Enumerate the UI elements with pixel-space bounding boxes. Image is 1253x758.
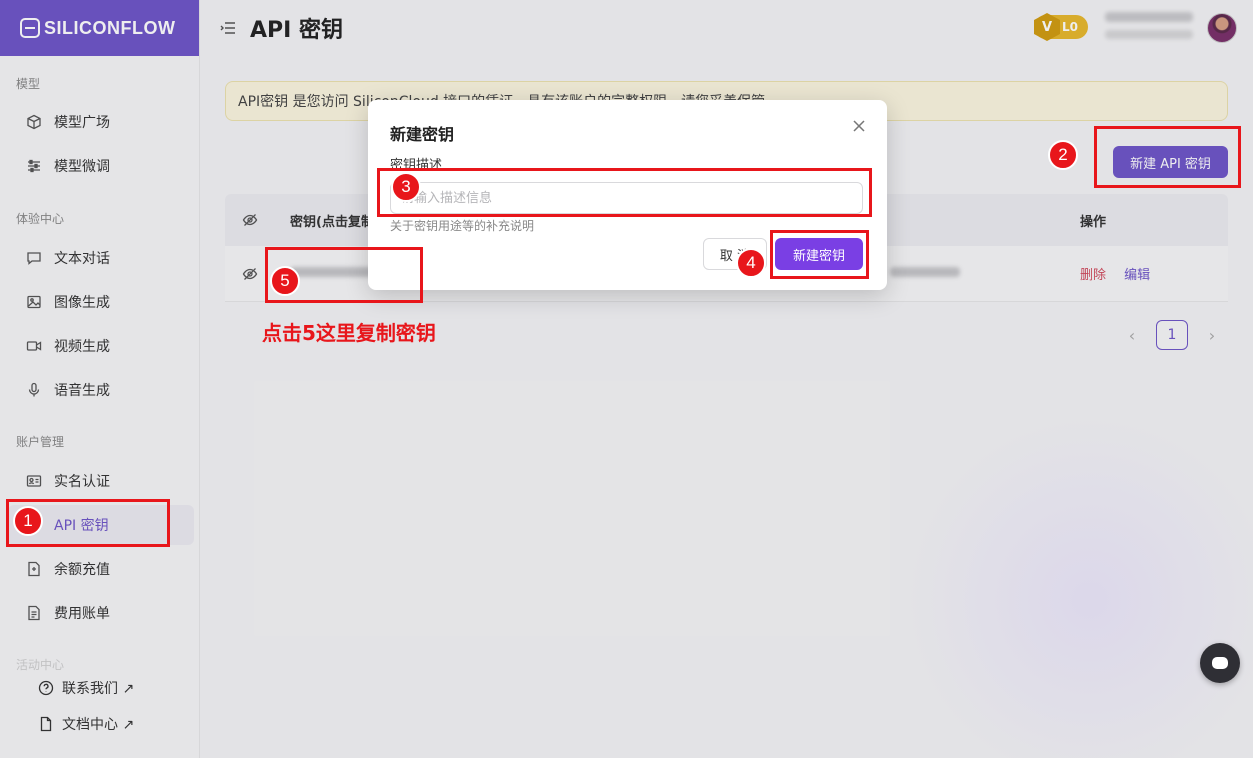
annotation-number-3: 3	[391, 172, 421, 202]
annotation-number-4: 4	[736, 248, 766, 278]
annotation-number-1: 1	[13, 506, 43, 536]
annotation-number-2: 2	[1048, 140, 1078, 170]
description-help: 关于密钥用途等的补充说明	[390, 219, 535, 233]
annotation-box-4	[770, 230, 869, 279]
annotation-box-3	[377, 168, 872, 217]
annotation-box-2	[1094, 126, 1241, 188]
annotation-number-5: 5	[270, 266, 300, 296]
dialog-title: 新建密钥	[390, 125, 455, 144]
annotation-note: 点击5这里复制密钥	[262, 321, 436, 345]
chat-support-icon[interactable]	[1200, 643, 1240, 683]
close-icon[interactable]	[851, 118, 867, 134]
